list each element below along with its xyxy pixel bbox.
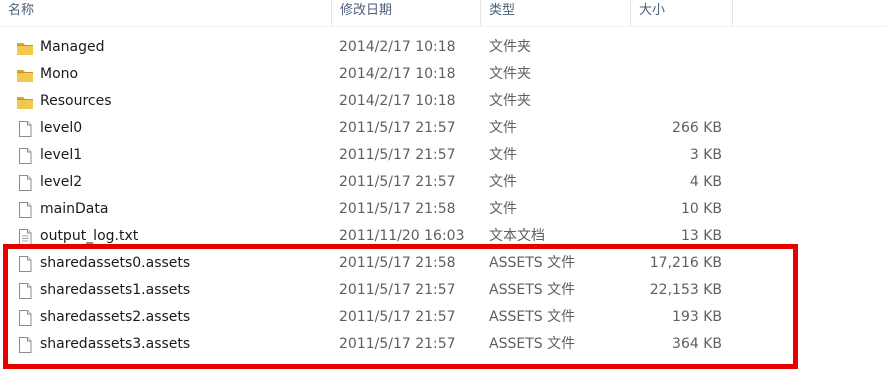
file-type: ASSETS 文件 [489,336,576,352]
folder-icon [16,39,34,57]
file-modified-date: 2014/2/17 10:18 [339,93,456,109]
file-size: 10 KB [680,201,722,217]
file-row[interactable]: sharedassets1.assets 2011/5/17 21:57 ASSET… [0,277,887,304]
file-icon [16,201,34,219]
file-row[interactable]: mainData 2011/5/17 21:58 文件 10 KB [0,196,887,223]
file-size [620,34,722,61]
file-explorer-list: 名称 修改日期 类型 大小 Managed 2014/2/17 10:18 文件夹 M… [0,0,887,379]
file-size: 3 KB [689,147,722,163]
file-list: Managed 2014/2/17 10:18 文件夹 Mono 2014/2/17 1… [0,34,887,358]
folder-icon [16,93,34,111]
file-modified-date: 2011/5/17 21:58 [339,255,456,271]
text-file-icon [16,228,34,246]
column-header-type[interactable]: 类型 [480,0,630,26]
file-icon [16,336,34,354]
file-size: 13 KB [680,228,722,244]
file-modified-date: 2014/2/17 10:18 [339,66,456,82]
file-type: 文件夹 [489,39,531,55]
file-size [620,88,722,115]
file-size [620,61,722,88]
column-header-bar: 名称 修改日期 类型 大小 [0,0,887,27]
file-icon [16,282,34,300]
file-row[interactable]: sharedassets0.assets 2011/5/17 21:58 ASSET… [0,250,887,277]
file-name: level2 [40,174,83,190]
file-row[interactable]: Mono 2014/2/17 10:18 文件夹 [0,61,887,88]
file-type: 文本文档 [489,228,545,244]
file-icon [16,174,34,192]
file-name: output_log.txt [40,228,139,244]
column-header-date-label: 修改日期 [340,3,393,18]
file-row[interactable]: output_log.txt 2011/11/20 16:03 文本文档 13 KB [0,223,887,250]
file-row[interactable]: sharedassets3.assets 2011/5/17 21:57 ASSET… [0,331,887,358]
file-icon [16,255,34,273]
column-header-size-label: 大小 [639,3,666,18]
file-size: 22,153 KB [649,282,722,298]
file-row[interactable]: level2 2011/5/17 21:57 文件 4 KB [0,169,887,196]
column-header-date[interactable]: 修改日期 [331,0,480,26]
file-size: 364 KB [672,336,722,352]
file-type: 文件 [489,174,517,190]
file-name: Mono [40,66,79,82]
file-name: sharedassets1.assets [40,282,191,298]
file-icon [16,309,34,327]
column-header-name-label: 名称 [8,3,35,18]
file-name: sharedassets3.assets [40,336,191,352]
file-type: ASSETS 文件 [489,309,576,325]
file-size: 266 KB [672,120,722,136]
file-row[interactable]: level1 2011/5/17 21:57 文件 3 KB [0,142,887,169]
file-modified-date: 2011/11/20 16:03 [339,228,465,244]
file-modified-date: 2011/5/17 21:57 [339,309,456,325]
file-type: 文件夹 [489,66,531,82]
file-icon [16,120,34,138]
column-header-type-label: 类型 [489,3,516,18]
column-header-name[interactable]: 名称 [0,0,331,26]
file-name: mainData [40,201,109,217]
file-size: 17,216 KB [649,255,722,271]
folder-icon [16,66,34,84]
file-modified-date: 2011/5/17 21:57 [339,147,456,163]
file-name: sharedassets0.assets [40,255,191,271]
file-row[interactable]: Managed 2014/2/17 10:18 文件夹 [0,34,887,61]
file-modified-date: 2011/5/17 21:57 [339,336,456,352]
file-row[interactable]: level0 2011/5/17 21:57 文件 266 KB [0,115,887,142]
column-header-size[interactable]: 大小 [630,0,732,26]
file-row[interactable]: sharedassets2.assets 2011/5/17 21:57 ASSET… [0,304,887,331]
file-type: ASSETS 文件 [489,255,576,271]
file-type: ASSETS 文件 [489,282,576,298]
file-modified-date: 2011/5/17 21:57 [339,120,456,136]
file-name: Managed [40,39,105,55]
file-modified-date: 2011/5/17 21:57 [339,174,456,190]
file-type: 文件 [489,120,517,136]
file-modified-date: 2014/2/17 10:18 [339,39,456,55]
file-icon [16,147,34,165]
file-type: 文件夹 [489,93,531,109]
file-name: sharedassets2.assets [40,309,191,325]
file-type: 文件 [489,201,517,217]
file-type: 文件 [489,147,517,163]
file-size: 193 KB [672,309,722,325]
file-size: 4 KB [689,174,722,190]
column-header-spacer [732,0,887,26]
file-name: level0 [40,120,83,136]
file-modified-date: 2011/5/17 21:57 [339,282,456,298]
file-modified-date: 2011/5/17 21:58 [339,201,456,217]
file-name: level1 [40,147,83,163]
file-name: Resources [40,93,112,109]
file-row[interactable]: Resources 2014/2/17 10:18 文件夹 [0,88,887,115]
